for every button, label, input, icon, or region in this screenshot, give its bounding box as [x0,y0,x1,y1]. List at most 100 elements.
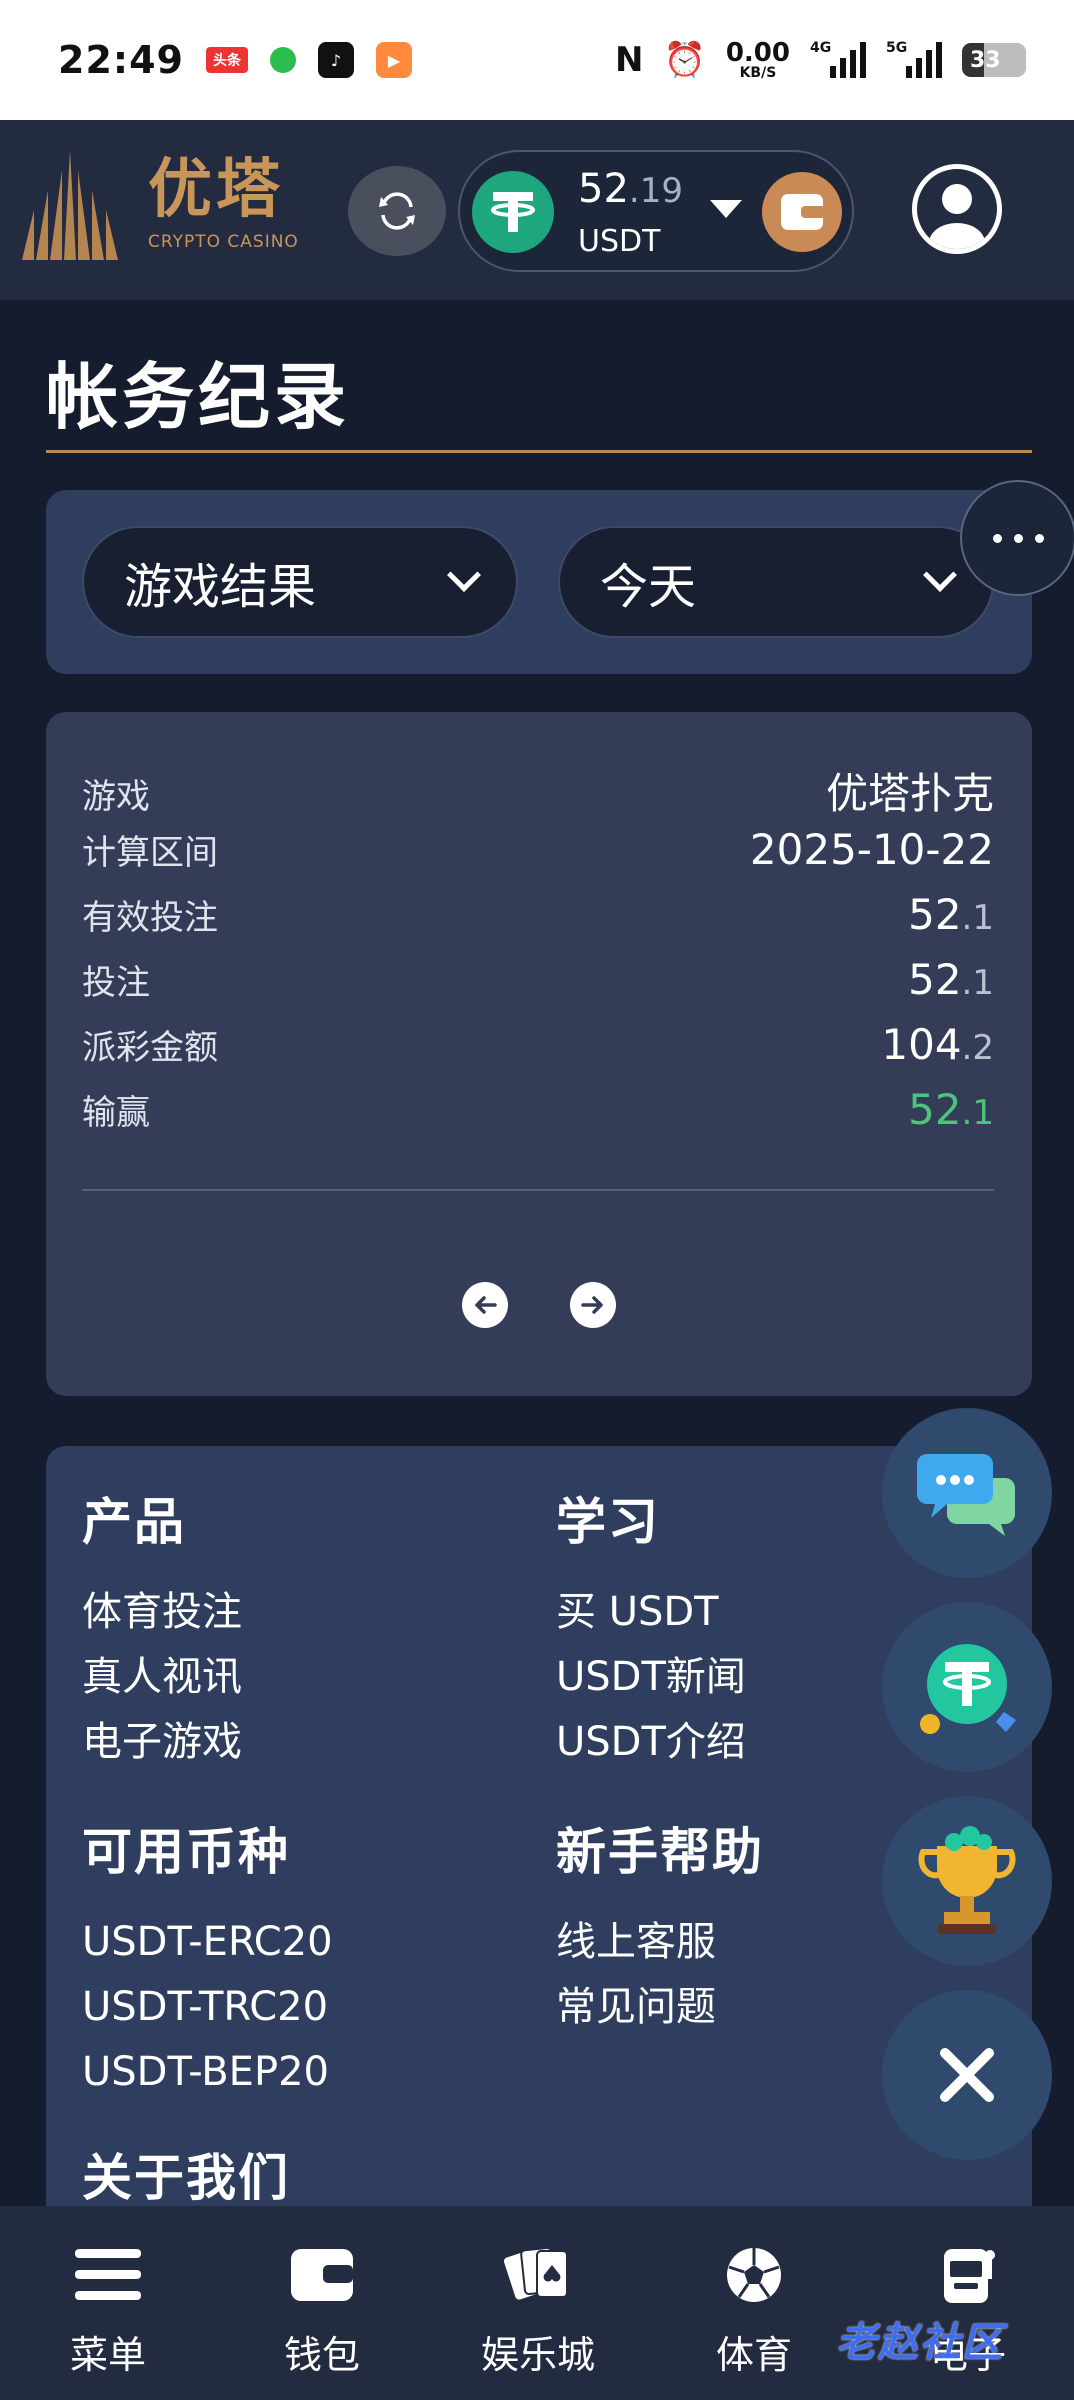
record-row-payout: 派彩金额 104.2 [82,1020,994,1069]
trophy-rewards-button[interactable] [882,1796,1052,1966]
footer-link-faq[interactable]: 常见问题 [556,1975,764,2040]
footer-link-live[interactable]: 真人视讯 [82,1645,242,1710]
wallet-icon [287,2240,357,2310]
nav-casino[interactable]: 娱乐城 [458,2240,618,2379]
battery-icon: 33 [962,43,1026,77]
user-avatar-button[interactable] [912,164,1002,254]
footer-link-support[interactable]: 线上客服 [556,1910,764,1975]
balance-selector[interactable]: 52.19 USDT [458,150,854,272]
logo-text: 优塔 CRYPTO CASINO [148,158,299,252]
cards-icon [503,2240,573,2310]
footer-link-erc20[interactable]: USDT-ERC20 [82,1910,333,1975]
record-type-value: 游戏结果 [124,559,317,615]
user-icon [929,184,985,249]
nav-label: 娱乐城 [480,2333,595,2377]
footer-link-usdt-intro[interactable]: USDT介绍 [556,1710,746,1775]
footer-about: 关于我们 [82,2138,290,2206]
record-row-win-loss: 输赢 52.1 [82,1085,994,1134]
record-value-win: 52.1 [908,1085,994,1134]
record-label: 有效投注 [82,898,218,938]
footer-heading: 学习 [556,1493,660,1551]
record-value-main: 52 [908,955,962,1004]
close-menu-button[interactable] [882,1990,1052,2160]
chat-app-icon [269,47,296,73]
record-row-bet: 投注 52.1 [82,955,994,1004]
footer-link-trc20[interactable]: USDT-TRC20 [82,1975,333,2040]
refresh-balance-button[interactable] [348,166,446,256]
record-value: 52.1 [908,955,994,1004]
filter-panel: 游戏结果 今天 [46,490,1032,674]
sim2-label: 5G [886,40,908,56]
nav-label: 体育 [715,2333,792,2377]
arrow-right-icon [581,1296,603,1314]
usdt-promo-button[interactable] [882,1602,1052,1772]
net-speed-value: 0.00 [725,38,790,68]
nav-sports[interactable]: 体育 [674,2240,834,2379]
record-label: 计算区间 [82,833,218,873]
app-header: 优塔 CRYPTO CASINO 52.19 USDT [0,120,1074,300]
footer-heading: 新手帮助 [556,1823,764,1881]
record-label: 派彩金额 [82,1028,218,1068]
wallet-icon [781,194,825,230]
footer-currencies: 可用币种 USDT-ERC20 USDT-TRC20 USDT-BEP20 [82,1812,333,2105]
record-row-valid-bet: 有效投注 52.1 [82,890,994,939]
network-speed: 0.00 KB/S [726,40,790,80]
dot-icon [992,533,1002,543]
chevron-down-icon [447,558,481,592]
alarm-icon: ⏰ [663,40,706,80]
record-label: 游戏 [82,777,150,817]
chat-bubble-icon [917,1454,1015,1536]
signal-5g-icon: 5G [886,40,942,78]
more-options-button[interactable] [960,480,1074,596]
status-left: 22:49 头条 ♪ ▶ [58,38,412,82]
brand-logo[interactable]: 优塔 CRYPTO CASINO [22,150,299,260]
footer-link-usdt-news[interactable]: USDT新闻 [556,1645,746,1710]
record-value-main: 52 [908,1085,962,1134]
nav-wallet[interactable]: 钱包 [242,2240,402,2379]
nav-menu[interactable]: 菜单 [28,2240,188,2379]
balance-amount: 52.19 [578,166,683,212]
footer-link-slots[interactable]: 电子游戏 [82,1710,242,1775]
previous-page-button[interactable] [462,1282,508,1328]
record-value: 2025-10-22 [750,825,994,874]
usdt-coin-icon [472,171,554,253]
news-app-icon: 头条 [205,47,248,73]
footer-link-bep20[interactable]: USDT-BEP20 [82,2040,333,2105]
caret-down-icon[interactable] [710,200,742,218]
status-right: N ⏰ 0.00 KB/S 4G 5G 33 [615,40,1026,80]
usdt-coin-icon [920,1644,1016,1734]
tower-logo-icon [22,150,118,260]
record-value-dec: .1 [961,963,994,1003]
balance-int: 52 [578,166,629,212]
footer-link-buy-usdt[interactable]: 买 USDT [556,1580,746,1645]
nav-label: 钱包 [283,2333,360,2377]
tiktok-app-icon: ♪ [317,42,354,78]
footer-link-sports[interactable]: 体育投注 [82,1580,242,1645]
watermark: 老赵社区 [836,2320,1004,2366]
footer-help: 新手帮助 线上客服 常见问题 [556,1812,764,2040]
soccer-ball-icon [719,2240,789,2310]
title-divider [46,450,1032,453]
signal-4g-icon: 4G [810,40,866,78]
logo-en: CRYPTO CASINO [148,232,299,252]
menu-icon [73,2240,143,2310]
status-bar: 22:49 头条 ♪ ▶ N ⏰ 0.00 KB/S 4G 5G 33 [0,0,1074,120]
nfc-icon: N [615,40,644,80]
footer-learn: 学习 买 USDT USDT新闻 USDT介绍 [556,1482,746,1775]
footer-heading: 可用币种 [82,1823,290,1881]
record-row-period: 计算区间 2025-10-22 [82,825,994,874]
balance-currency: USDT [578,224,661,259]
wallet-button[interactable] [762,172,842,252]
record-value-dec: .1 [961,1093,994,1133]
next-page-button[interactable] [570,1282,616,1328]
record-type-dropdown[interactable]: 游戏结果 [82,526,518,638]
period-dropdown[interactable]: 今天 [558,526,994,638]
refresh-icon [379,192,415,230]
logo-cn: 优塔 [148,153,284,227]
live-chat-button[interactable] [882,1408,1052,1578]
dot-icon [1013,533,1023,543]
record-label: 输赢 [82,1093,150,1133]
footer-heading[interactable]: 关于我们 [82,2138,290,2206]
record-value: 优塔扑克 [826,760,994,821]
record-label: 投注 [82,963,150,1003]
